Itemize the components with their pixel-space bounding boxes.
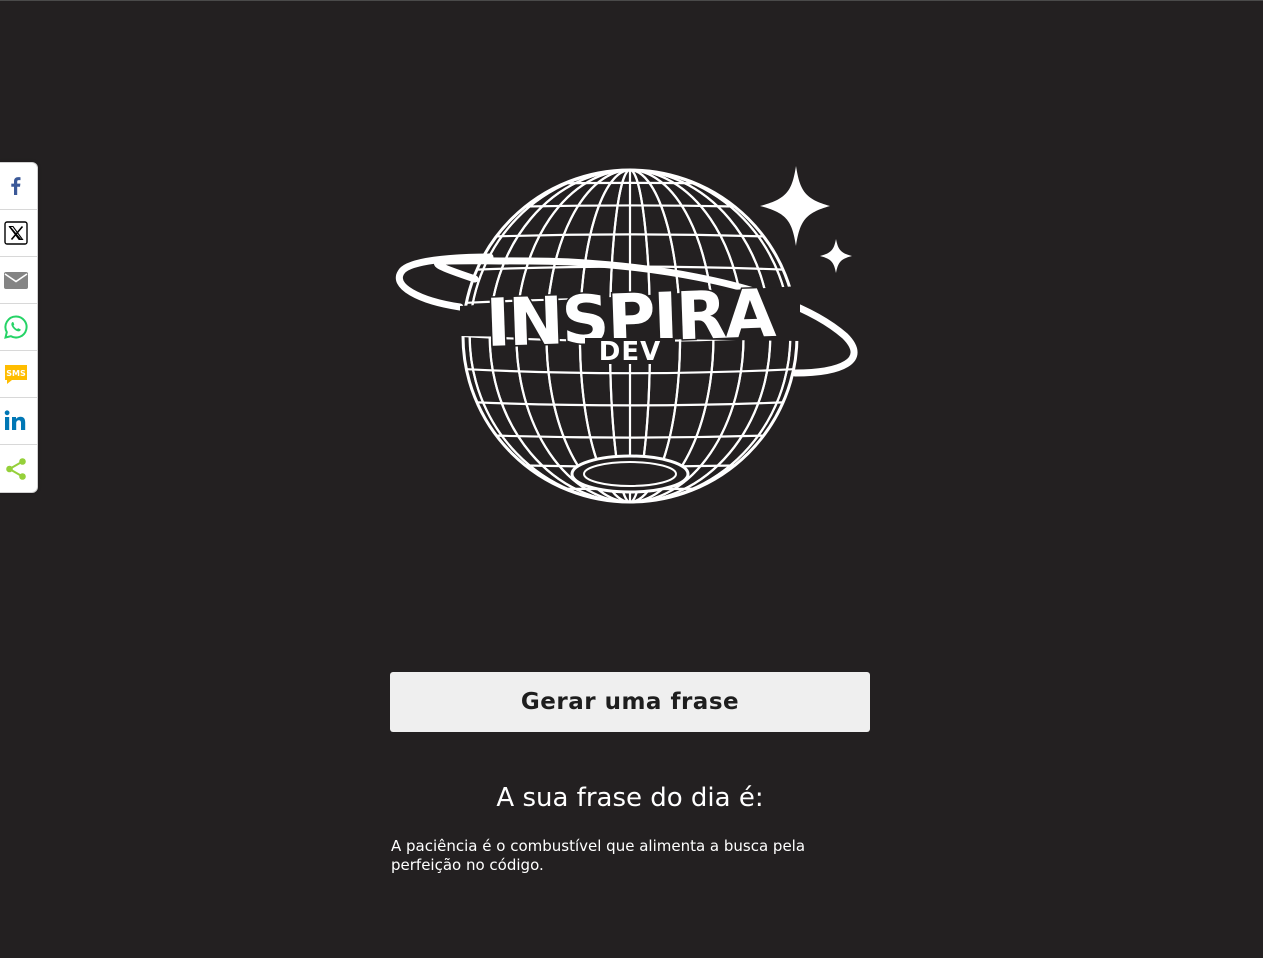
quote-text: A paciência é o combustível que alimenta… xyxy=(391,837,806,874)
page: SMS INSPIRA DEV Gerar uma frase A sua fr… xyxy=(0,0,1263,958)
share-sms-button[interactable]: SMS xyxy=(0,351,37,398)
share-more-button[interactable] xyxy=(0,445,37,492)
share-facebook-button[interactable] xyxy=(0,163,37,210)
generate-quote-button[interactable]: Gerar uma frase xyxy=(390,672,870,732)
x-twitter-icon xyxy=(4,221,28,245)
logo-subtitle: DEV xyxy=(599,337,661,367)
whatsapp-icon xyxy=(4,315,28,339)
inspira-dev-logo: INSPIRA DEV xyxy=(390,161,870,511)
sms-icon: SMS xyxy=(5,365,27,384)
share-whatsapp-button[interactable] xyxy=(0,304,37,351)
quote-heading: A sua frase do dia é: xyxy=(496,783,764,813)
sparkle-large-icon xyxy=(760,166,830,246)
share-sidebar: SMS xyxy=(0,162,38,493)
sparkle-small-icon xyxy=(820,239,852,273)
linkedin-icon xyxy=(4,410,26,430)
facebook-icon xyxy=(11,177,21,195)
sms-icon-label: SMS xyxy=(6,369,26,378)
share-email-button[interactable] xyxy=(0,257,37,304)
email-icon xyxy=(4,272,28,289)
share-x-button[interactable] xyxy=(0,210,37,257)
logo-graphic: INSPIRA DEV xyxy=(396,166,858,504)
share-icon xyxy=(6,457,26,480)
share-linkedin-button[interactable] xyxy=(0,398,37,445)
